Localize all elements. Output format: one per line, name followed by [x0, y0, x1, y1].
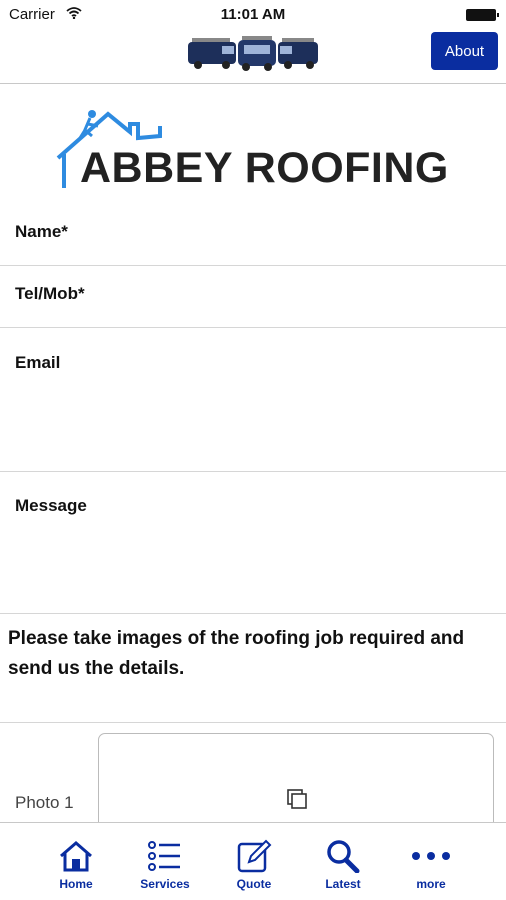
- nav-bar: About: [0, 28, 506, 84]
- van-icon: [278, 38, 318, 69]
- tab-bar: Home Services Quote Latest more: [0, 822, 506, 900]
- name-label: Name*: [15, 222, 68, 241]
- home-icon: [60, 841, 92, 872]
- tel-label: Tel/Mob*: [15, 284, 85, 303]
- message-label: Message: [15, 496, 87, 515]
- tel-field[interactable]: Tel/Mob*: [0, 266, 506, 328]
- tab-services[interactable]: Services: [125, 839, 205, 897]
- logo-text: ABBEY ROOFING: [80, 144, 449, 192]
- tab-latest[interactable]: Latest: [303, 839, 383, 897]
- photo-label: Photo 1: [15, 793, 74, 812]
- list-icon: [148, 841, 180, 871]
- status-bar: Carrier 11:01 AM: [0, 0, 506, 28]
- tab-quote[interactable]: Quote: [214, 839, 294, 897]
- message-field[interactable]: Message: [0, 472, 506, 614]
- tab-quote-label: Quote: [236, 877, 272, 891]
- about-button[interactable]: About: [431, 32, 498, 70]
- tab-home-label: Home: [59, 877, 93, 891]
- tab-latest-label: Latest: [325, 877, 361, 891]
- van-icon: [238, 36, 276, 71]
- vans-image: [188, 36, 318, 71]
- edit-icon: [237, 839, 272, 873]
- tab-home[interactable]: Home: [36, 839, 116, 897]
- battery-icon: [466, 9, 499, 21]
- email-field[interactable]: Email: [0, 328, 506, 472]
- email-label: Email: [15, 353, 61, 372]
- more-icon: [412, 852, 450, 860]
- photo-row: Photo 1: [0, 722, 506, 833]
- copy-icon: [287, 789, 307, 809]
- instructions-text: Please take images of the roofing job re…: [8, 628, 465, 679]
- photo-upload-box[interactable]: [98, 733, 494, 833]
- van-icon: [188, 38, 236, 69]
- tab-more-label: more: [416, 877, 446, 891]
- search-icon: [327, 840, 360, 873]
- status-time: 11:01 AM: [220, 6, 286, 23]
- abbey-roofing-logo: ABBEY ROOFING: [52, 106, 456, 196]
- tab-services-label: Services: [140, 877, 190, 891]
- tab-more[interactable]: more: [391, 839, 471, 897]
- name-field[interactable]: Name*: [0, 204, 506, 266]
